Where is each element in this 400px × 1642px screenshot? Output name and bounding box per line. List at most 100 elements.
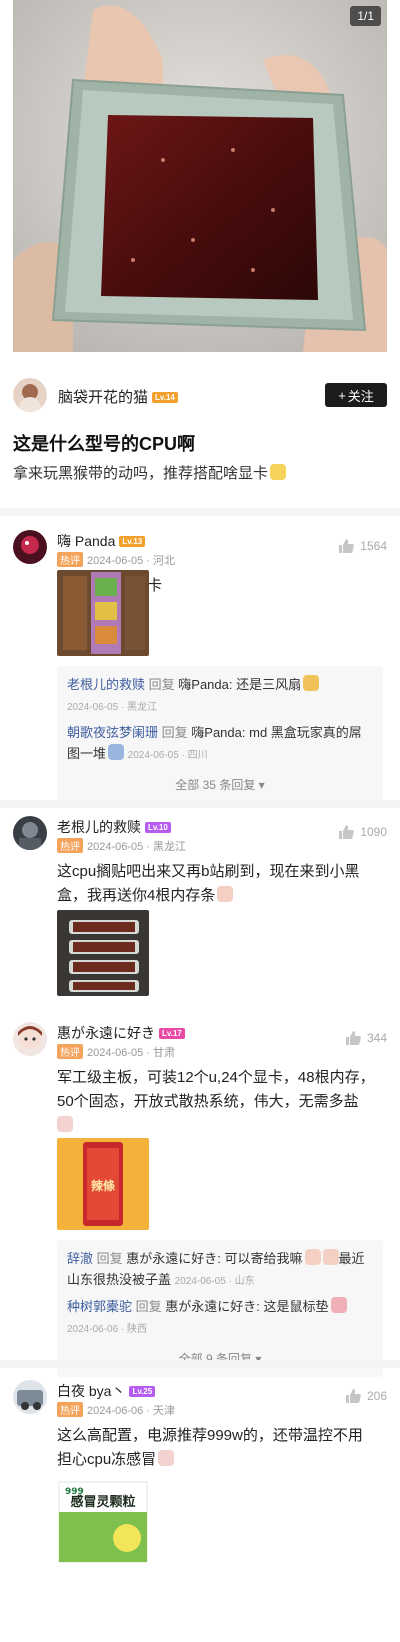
dizzy-emoji-icon <box>270 464 287 480</box>
caret-down-icon: ▾ <box>258 778 265 792</box>
commenter-avatar[interactable] <box>13 816 47 850</box>
like-count: 1564 <box>360 539 387 553</box>
post-body: 拿来玩黑猴带的动吗，推荐搭配啥显卡 <box>13 462 287 483</box>
reply-meta: 2024-06-05 · 黑龙江 <box>67 702 158 713</box>
comment-meta: 热评 2024-06-05 · 黑龙江 <box>57 838 186 854</box>
level-badge: Lv.25 <box>129 1385 156 1397</box>
reply-target: 嗨Panda: <box>178 677 233 692</box>
comment-item: 白夜 bya丶 Lv.25 热评 2024-06-06 · 天津 206 这么高配置… <box>13 1380 387 1642</box>
reply-item[interactable]: 种树郭橐驼 回复 惠が永遠に好き: 这是鼠标垫 2024-06-06 · 陕西 <box>67 1296 373 1340</box>
comment-time: 2024-06-06 · 天津 <box>87 1405 176 1417</box>
author-avatar[interactable] <box>13 378 47 412</box>
comment-text-body: 军工级主板，可装12个u,24个显卡，48根内存，50个固态，开放式散热系统，伟… <box>57 1069 375 1110</box>
comment-text: 军工级主板，可装12个u,24个显卡，48根内存，50个固态，开放式散热系统，伟… <box>57 1066 375 1138</box>
comment-text-body: 这么高配置，电源推荐999w的，还带温控不用担心cpu冻感冒 <box>57 1427 363 1468</box>
thumb-up-icon <box>345 1031 361 1045</box>
comment-time: 2024-06-05 · 甘肃 <box>87 1047 176 1059</box>
comment-item: 惠が永遠に好き Lv.17 热评 2024-06-05 · 甘肃 344 军工级主板… <box>13 1022 387 1377</box>
reply-meta: 2024-06-05 · 山东 <box>174 1276 255 1287</box>
commenter-name[interactable]: 老根儿的救赎 Lv.10 <box>57 817 171 837</box>
divider <box>0 800 400 808</box>
post-body-text: 拿来玩黑猴带的动吗，推荐搭配啥显卡 <box>13 465 269 482</box>
face-emoji-icon <box>158 1450 175 1466</box>
commenter-name-text: 惠が永遠に好き <box>57 1025 155 1041</box>
divider <box>0 1360 400 1368</box>
like-button[interactable]: 344 <box>345 1030 387 1046</box>
cat-emoji-icon <box>303 675 320 691</box>
smile-emoji-icon <box>322 1249 339 1265</box>
like-button[interactable]: 206 <box>345 1388 387 1404</box>
commenter-name-text: 白夜 bya丶 <box>57 1383 126 1399</box>
reply-text: 还是三风扇 <box>236 677 302 692</box>
image-counter: 1/1 <box>350 6 381 26</box>
like-count: 206 <box>366 1389 387 1403</box>
face-emoji-icon <box>57 1116 73 1132</box>
commenter-name[interactable]: 嗨 Panda Lv.13 <box>57 531 146 551</box>
reply-meta: 2024-06-06 · 陕西 <box>67 1324 148 1335</box>
plus-icon: + <box>338 387 346 403</box>
thumb-up-icon <box>339 825 355 839</box>
reply-word: 回复 <box>135 1299 162 1314</box>
commenter-avatar[interactable] <box>13 530 47 564</box>
comment-image[interactable] <box>57 570 149 656</box>
like-count: 1090 <box>360 825 387 839</box>
reply-author[interactable]: 朝歌夜弦梦阑珊 <box>67 725 158 740</box>
reply-word: 回复 <box>161 725 188 740</box>
comment-meta: 热评 2024-06-06 · 天津 <box>57 1402 175 1418</box>
thumb-up-icon <box>345 1389 361 1403</box>
hot-badge: 热评 <box>57 1402 83 1417</box>
comment-item: 嗨 PandaLv.13 热评2024-06-05 · 河北 1564 推荐配这… <box>13 530 387 803</box>
level-badge: Lv.10 <box>145 821 171 833</box>
reply-word: 回复 <box>96 1251 123 1266</box>
commenter-avatar[interactable] <box>13 1380 47 1414</box>
reply-item[interactable]: 朝歌夜弦梦阑珊 回复 嗨Panda: md 黑盒玩家真的屌图一堆 2024-06… <box>67 722 373 766</box>
divider <box>0 508 400 516</box>
post-image[interactable]: 1/1 <box>13 0 387 352</box>
smile-emoji-icon <box>217 886 234 902</box>
reply-text: 可以寄给我嘛 <box>224 1251 303 1266</box>
hot-badge: 热评 <box>57 552 83 567</box>
commenter-name[interactable]: 白夜 bya丶 Lv.25 <box>57 1381 156 1401</box>
product-label: 辣條 <box>91 1178 116 1193</box>
comment-time: 2024-06-05 · 河北 <box>87 555 176 567</box>
reply-target: 惠が永遠に好き: <box>165 1299 260 1314</box>
comment-meta: 热评 2024-06-05 · 河北 <box>57 552 175 568</box>
like-button[interactable]: 1090 <box>338 824 387 840</box>
view-all-replies-button[interactable]: 全部 35 条回复 ▾ <box>67 770 373 803</box>
commenter-avatar[interactable] <box>13 1022 47 1056</box>
thumb-up-icon <box>339 539 355 553</box>
level-badge: Lv.13 <box>119 535 146 547</box>
comment-image[interactable] <box>57 910 149 996</box>
reply-box: 老根儿的救赎 回复 嗨Panda: 还是三风扇 2024-06-05 · 黑龙江… <box>57 666 383 803</box>
follow-button[interactable]: + 关注 <box>325 383 387 407</box>
comment-text: 这cpu搁贴吧出来又再b站刷到，现在来到小黑盒，我再送你4根内存条 <box>57 860 375 908</box>
level-badge: Lv.17 <box>159 1027 185 1039</box>
commenter-name-text: 嗨 Panda <box>57 533 116 549</box>
comment-meta: 热评 2024-06-05 · 甘肃 <box>57 1044 175 1060</box>
author-name[interactable]: 脑袋开花的猫 Lv.14 <box>58 386 178 407</box>
reply-target: 嗨Panda: <box>191 725 246 740</box>
comment-time: 2024-06-05 · 黑龙江 <box>87 841 187 853</box>
author-name-text: 脑袋开花的猫 <box>58 389 149 406</box>
comment-image[interactable]: 辣條 <box>57 1138 149 1230</box>
reply-word: 回复 <box>148 677 175 692</box>
reply-author[interactable]: 辞澈 <box>67 1251 93 1266</box>
comment-text-body: 这cpu搁贴吧出来又再b站刷到，现在来到小黑盒，我再送你4根内存条 <box>57 863 360 904</box>
sticker-emoji-icon <box>108 744 125 760</box>
reply-box: 辞澈 回复 惠が永遠に好き: 可以寄给我嘛 最近山东很热没被子盖 2024-06-… <box>57 1240 383 1377</box>
hot-badge: 热评 <box>57 838 83 853</box>
commenter-name[interactable]: 惠が永遠に好き Lv.17 <box>57 1023 185 1043</box>
reply-target: 惠が永遠に好き: <box>126 1251 221 1266</box>
reply-text: 这是鼠标垫 <box>263 1299 329 1314</box>
like-count: 344 <box>366 1031 387 1045</box>
reply-item[interactable]: 老根儿的救赎 回复 嗨Panda: 还是三风扇 2024-06-05 · 黑龙江 <box>67 674 373 718</box>
reply-item[interactable]: 辞澈 回复 惠が永遠に好き: 可以寄给我嘛 最近山东很热没被子盖 2024-06-… <box>67 1248 373 1292</box>
follow-label: 关注 <box>347 388 374 404</box>
like-button[interactable]: 1564 <box>338 538 387 554</box>
reply-author[interactable]: 种树郭橐驼 <box>67 1299 132 1314</box>
reply-author[interactable]: 老根儿的救赎 <box>67 677 145 692</box>
comment-image[interactable]: 999 感冒灵颗粒 <box>57 1478 149 1564</box>
sticker-emoji-icon <box>330 1297 347 1313</box>
comment-text: 这么高配置，电源推荐999w的，还带温控不用担心cpu冻感冒 <box>57 1424 375 1472</box>
hot-badge: 热评 <box>57 1044 83 1059</box>
